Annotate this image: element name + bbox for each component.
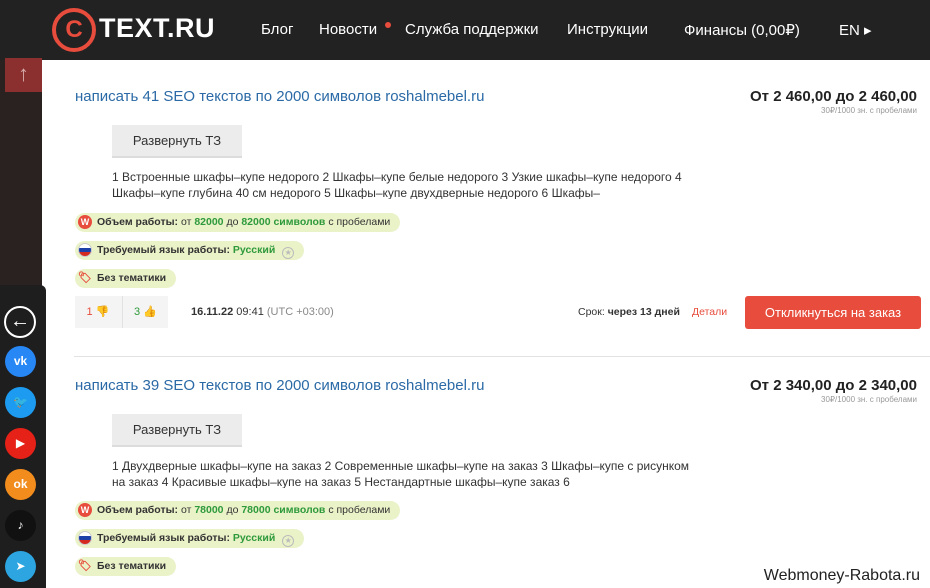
order-deadline: Срок: через 13 дней (578, 306, 680, 318)
order-title[interactable]: написать 41 SEO текстов по 2000 символов… (75, 88, 484, 105)
volume-from: от (180, 504, 192, 516)
vk-icon[interactable]: vk (5, 346, 36, 377)
language-label: Требуемый язык работы: (97, 532, 230, 544)
order-price-note: 30₽/1000 зн. с пробелами (821, 395, 917, 404)
topic-badge: 🏷 Без тематики (75, 269, 177, 288)
logo-icon[interactable]: C (52, 8, 96, 52)
order-price: От 2 340,00 до 2 340,00 (750, 377, 917, 394)
order-price-note: 30₽/1000 зн. с пробелами (821, 106, 917, 115)
odnoklassniki-icon[interactable]: ok (5, 469, 36, 500)
language-label: Требуемый язык работы: (97, 244, 230, 256)
dislike-button[interactable]: 1 👎 (75, 296, 121, 328)
expand-spec-button[interactable]: Развернуть ТЗ (112, 414, 242, 447)
volume-min: 82000 (194, 216, 224, 228)
volume-max: 82000 символов (241, 216, 326, 228)
volume-min: 78000 (194, 504, 224, 516)
tag-icon: 🏷 (78, 272, 92, 284)
order-card: написать 39 SEO текстов по 2000 символов… (44, 377, 930, 588)
order-description: 1 Двухдверные шкафы–купе на заказ 2 Совр… (112, 459, 690, 488)
nav-support[interactable]: Служба поддержки (405, 21, 539, 38)
details-link[interactable]: Детали (692, 306, 727, 318)
nav-news[interactable]: Новости (319, 21, 377, 38)
russia-flag-icon (78, 243, 92, 257)
language-value: Русский (232, 244, 276, 256)
expand-spec-button[interactable]: Развернуть ТЗ (112, 125, 242, 158)
russia-flag-icon (78, 531, 92, 545)
volume-to: до (226, 504, 239, 516)
volume-from: от (180, 216, 192, 228)
like-button[interactable]: 3 👍 (122, 296, 168, 328)
nav-instructions[interactable]: Инструкции (567, 21, 648, 38)
respond-button[interactable]: Откликнуться на заказ (745, 296, 921, 329)
volume-w-icon: W (78, 503, 92, 517)
volume-label: Объем работы: (97, 504, 179, 516)
volume-label: Объем работы: (97, 216, 179, 228)
deadline-label: Срок: (578, 306, 605, 318)
nav-finance[interactable]: Финансы (0,00₽) (684, 21, 800, 39)
vote-box: 1 👎 3 👍 (75, 296, 168, 328)
order-date-day: 16.11.22 (191, 306, 234, 318)
tiktok-icon[interactable]: ♪ (5, 510, 36, 541)
deadline-value: через 13 дней (607, 306, 680, 318)
volume-badge: W Объем работы: от 82000 до 82000 символ… (75, 213, 401, 232)
volume-badge: W Объем работы: от 78000 до 78000 символ… (75, 501, 401, 520)
language-value: Русский (232, 532, 276, 544)
star-icon: ★ (282, 535, 295, 547)
order-divider (74, 356, 930, 357)
nav-blog[interactable]: Блог (261, 21, 293, 38)
topic-badge: 🏷 Без тематики (75, 557, 177, 576)
topic-label: Без тематики (97, 272, 167, 284)
thumbs-up-icon: 👍 (143, 306, 157, 318)
logo-text[interactable]: TEXT.RU (99, 13, 215, 44)
topic-label: Без тематики (97, 560, 167, 572)
volume-w-icon: W (78, 215, 92, 229)
order-timezone: (UTC +03:00) (266, 306, 334, 318)
language-badge: Требуемый язык работы: Русский ★ (75, 529, 305, 548)
like-count: 3 (134, 306, 141, 318)
order-time: 09:41 (236, 306, 264, 318)
star-icon: ★ (282, 247, 295, 259)
watermark-text: Webmoney-Rabota.ru (730, 564, 920, 588)
volume-suffix: с пробелами (328, 216, 391, 228)
thumbs-down-icon: 👎 (95, 306, 110, 318)
back-arrow-icon[interactable]: ← (4, 306, 36, 338)
order-date: 16.11.22 09:41 (UTC +03:00) (191, 306, 334, 318)
volume-suffix: с пробелами (328, 504, 391, 516)
order-card: написать 41 SEO текстов по 2000 символов… (44, 88, 930, 348)
order-title[interactable]: написать 39 SEO текстов по 2000 символов… (75, 377, 484, 394)
site-header: C TEXT.RU Блог Новости Служба поддержки … (0, 0, 930, 60)
volume-max: 78000 символов (241, 504, 326, 516)
tag-icon: 🏷 (78, 560, 92, 572)
nav-language[interactable]: EN ▸ (839, 21, 872, 39)
twitter-icon[interactable]: 🐦 (5, 387, 36, 418)
volume-to: до (226, 216, 239, 228)
order-price: От 2 460,00 до 2 460,00 (750, 88, 917, 105)
scroll-up-icon[interactable]: ↑ (5, 58, 42, 92)
dislike-count: 1 (86, 306, 93, 318)
youtube-icon[interactable]: ▶ (5, 428, 36, 459)
telegram-icon[interactable]: ➤ (5, 551, 36, 582)
language-badge: Требуемый язык работы: Русский ★ (75, 241, 305, 260)
news-notification-dot (385, 22, 391, 28)
order-description: 1 Встроенные шкафы–купе недорого 2 Шкафы… (112, 170, 682, 199)
